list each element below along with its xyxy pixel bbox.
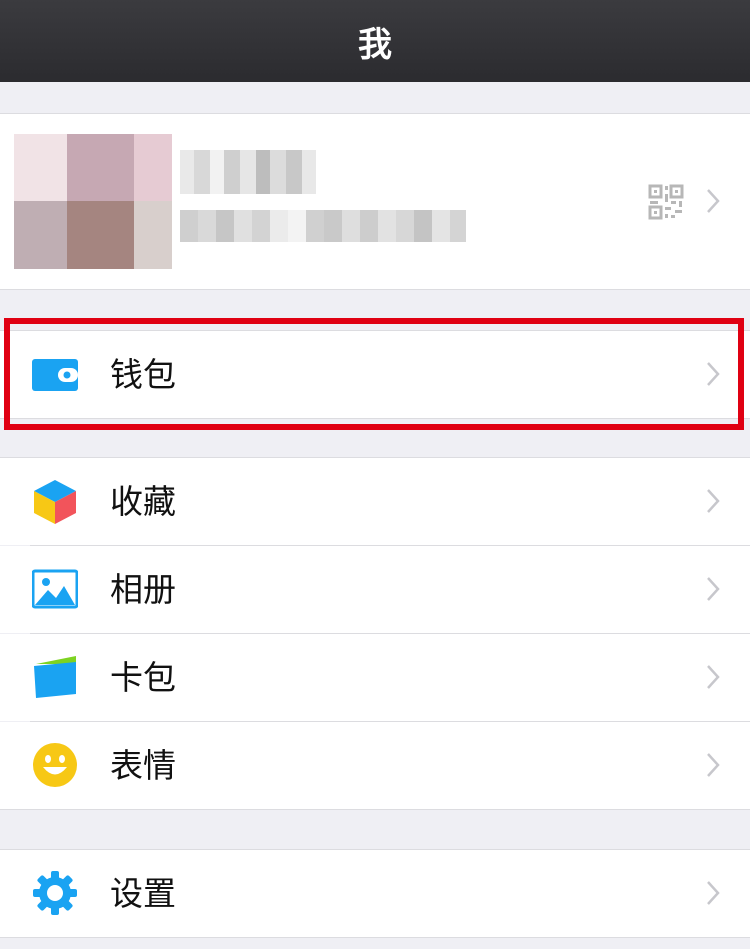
menu-item-cards[interactable]: 卡包 [0,634,750,721]
divider [0,418,750,419]
chevron-right-icon [706,361,720,387]
wallet-icon [32,351,78,397]
gear-icon [32,870,78,916]
divider [0,330,750,331]
menu-item-label: 钱包 [110,355,176,394]
chevron-right-icon [706,752,720,778]
menu-item-label: 收藏 [110,482,176,521]
menu-item-label: 设置 [110,874,176,913]
menu-item-settings[interactable]: 设置 [0,850,750,937]
nickname-pixelated [180,150,316,194]
menu-item-photos[interactable]: 相册 [0,546,750,633]
smiley-icon [32,742,78,788]
menu-item-label: 表情 [110,746,176,785]
menu-item-stickers[interactable]: 表情 [0,722,750,809]
divider [0,809,750,810]
card-pack-icon [32,654,78,700]
photo-album-icon [31,566,79,612]
nav-bar: 我 [0,0,750,82]
menu-item-favorites[interactable]: 收藏 [0,458,750,545]
divider [0,937,750,938]
page-title: 我 [358,24,392,65]
cube-favorites-icon [32,478,78,524]
chevron-right-icon [706,488,720,514]
chevron-right-icon [706,664,720,690]
menu-item-wallet[interactable]: 钱包 [0,331,750,418]
qr-code-icon[interactable] [648,184,684,220]
wechat-id-pixelated [180,210,466,242]
chevron-right-icon [706,188,720,214]
menu-item-label: 相册 [110,570,176,609]
menu-item-label: 卡包 [110,658,176,697]
avatar[interactable] [14,134,172,269]
chevron-right-icon [706,880,720,906]
profile-card[interactable] [0,113,750,290]
chevron-right-icon [706,576,720,602]
